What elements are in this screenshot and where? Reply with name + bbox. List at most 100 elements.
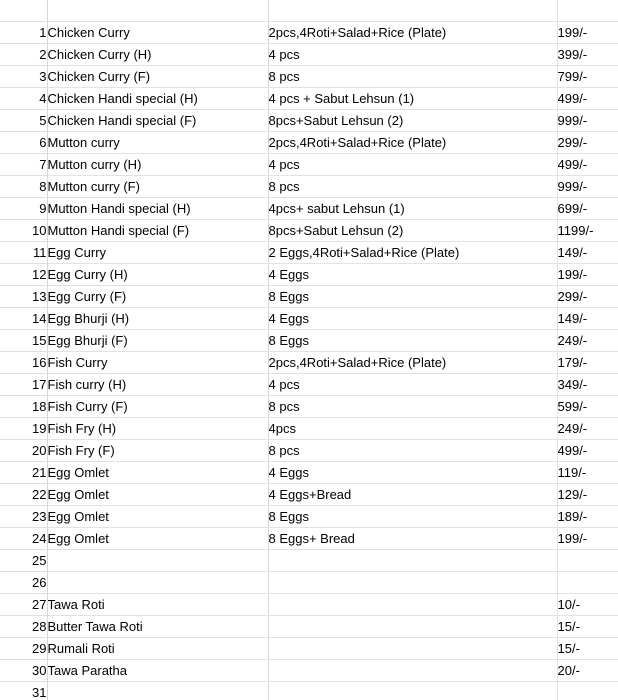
cell-item-description[interactable]: 4 pcs	[268, 43, 558, 66]
cell-item-name[interactable]: Egg Curry	[47, 241, 269, 264]
cell-item-price[interactable]: 149/-	[557, 307, 618, 330]
cell-item-description[interactable]: 8 pcs	[268, 439, 558, 462]
row-number-header[interactable]: 1	[0, 21, 48, 44]
table-row[interactable]: 29 Rumali Roti 15/-	[0, 637, 618, 660]
cell-item-name[interactable]: Egg Omlet	[47, 505, 269, 528]
cell-item-price[interactable]: 249/-	[557, 329, 618, 352]
table-row[interactable]: 31	[0, 681, 618, 700]
cell-item-description[interactable]	[268, 681, 558, 700]
spreadsheet-grid[interactable]: 1 Chicken Curry 2pcs,4Roti+Salad+Rice (Pla…	[0, 0, 618, 700]
row-number-header[interactable]: 5	[0, 109, 48, 132]
cell-item-description[interactable]: 4 Eggs	[268, 307, 558, 330]
cell-item-name[interactable]: Fish Fry (H)	[47, 417, 269, 440]
table-row[interactable]: 20 Fish Fry (F) 8 pcs 499/-	[0, 439, 618, 462]
cell-item-price[interactable]: 499/-	[557, 439, 618, 462]
cell-item-description[interactable]	[268, 659, 558, 682]
cell-item-name[interactable]: Fish curry (H)	[47, 373, 269, 396]
cell-item-description[interactable]: 4 pcs + Sabut Lehsun (1)	[268, 87, 558, 110]
cell-item-price[interactable]	[557, 549, 618, 572]
row-number-header[interactable]: 12	[0, 263, 48, 286]
table-row[interactable]: 27 Tawa Roti 10/-	[0, 593, 618, 616]
cell-item-name[interactable]: Chicken Handi special (H)	[47, 87, 269, 110]
row-number-header[interactable]: 11	[0, 241, 48, 264]
row-number-header[interactable]: 2	[0, 43, 48, 66]
cell-item-description[interactable]: 4 pcs	[268, 153, 558, 176]
cell-item-description[interactable]: 8 Eggs+ Bread	[268, 527, 558, 550]
cell-item-price[interactable]: 599/-	[557, 395, 618, 418]
row-number-header[interactable]: 15	[0, 329, 48, 352]
row-number-header[interactable]: 24	[0, 527, 48, 550]
cell-item-name[interactable]: Mutton Handi special (F)	[47, 219, 269, 242]
table-row[interactable]: 11 Egg Curry 2 Eggs,4Roti+Salad+Rice (Plat…	[0, 241, 618, 264]
cell-item-description[interactable]	[268, 593, 558, 616]
cell-item-price[interactable]: 20/-	[557, 659, 618, 682]
cell-item-price[interactable]: 499/-	[557, 153, 618, 176]
table-row[interactable]: 30 Tawa Paratha 20/-	[0, 659, 618, 682]
cell-item-description[interactable]: 8 pcs	[268, 395, 558, 418]
cell-item-name[interactable]: Chicken Curry (H)	[47, 43, 269, 66]
cell-item-name[interactable]: Egg Omlet	[47, 461, 269, 484]
cell-item-description[interactable]: 4 Eggs+Bread	[268, 483, 558, 506]
row-number-header[interactable]: 3	[0, 65, 48, 88]
table-row[interactable]: 26	[0, 571, 618, 594]
table-row[interactable]: 1 Chicken Curry 2pcs,4Roti+Salad+Rice (Pla…	[0, 21, 618, 44]
row-number-header[interactable]: 29	[0, 637, 48, 660]
table-row[interactable]: 10 Mutton Handi special (F) 8pcs+Sabut Leh…	[0, 219, 618, 242]
table-row[interactable]: 15 Egg Bhurji (F) 8 Eggs 249/-	[0, 329, 618, 352]
row-number-header[interactable]: 14	[0, 307, 48, 330]
row-number-header[interactable]: 19	[0, 417, 48, 440]
cell-item-description[interactable]: 4pcs+ sabut Lehsun (1)	[268, 197, 558, 220]
table-row[interactable]: 8 Mutton curry (F) 8 pcs 999/-	[0, 175, 618, 198]
cell-item-description[interactable]: 4 Eggs	[268, 263, 558, 286]
row-number-header[interactable]: 8	[0, 175, 48, 198]
cell-item-description[interactable]: 8 Eggs	[268, 329, 558, 352]
row-number-header[interactable]: 18	[0, 395, 48, 418]
cell-item-description[interactable]: 4pcs	[268, 417, 558, 440]
table-row[interactable]: 13 Egg Curry (F) 8 Eggs 299/-	[0, 285, 618, 308]
row-number-header[interactable]: 22	[0, 483, 48, 506]
cell-item-name[interactable]: Rumali Roti	[47, 637, 269, 660]
cell-item-price[interactable]: 399/-	[557, 43, 618, 66]
table-row[interactable]: 4 Chicken Handi special (H) 4 pcs + Sabut …	[0, 87, 618, 110]
cell-item-price[interactable]: 119/-	[557, 461, 618, 484]
cell-item-name[interactable]: Mutton curry (H)	[47, 153, 269, 176]
table-row[interactable]: 2 Chicken Curry (H) 4 pcs 399/-	[0, 43, 618, 66]
cell-item-description[interactable]: 2pcs,4Roti+Salad+Rice (Plate)	[268, 351, 558, 374]
cell-item-name[interactable]: Mutton Handi special (H)	[47, 197, 269, 220]
cell-item-name[interactable]: Fish Fry (F)	[47, 439, 269, 462]
table-row[interactable]: 21 Egg Omlet 4 Eggs 119/-	[0, 461, 618, 484]
cell-item-price[interactable]: 199/-	[557, 21, 618, 44]
cell-item-price[interactable]: 1199/-	[557, 219, 618, 242]
row-number-header[interactable]: 31	[0, 681, 48, 700]
cell-item-description[interactable]: 2pcs,4Roti+Salad+Rice (Plate)	[268, 131, 558, 154]
cell-item-price[interactable]: 189/-	[557, 505, 618, 528]
table-row[interactable]: 23 Egg Omlet 8 Eggs 189/-	[0, 505, 618, 528]
cell-item-price[interactable]: 10/-	[557, 593, 618, 616]
row-number-header[interactable]: 28	[0, 615, 48, 638]
table-row[interactable]: 24 Egg Omlet 8 Eggs+ Bread 199/-	[0, 527, 618, 550]
cell-item-name[interactable]: Mutton curry	[47, 131, 269, 154]
row-number-header[interactable]: 9	[0, 197, 48, 220]
table-row[interactable]: 17 Fish curry (H) 4 pcs 349/-	[0, 373, 618, 396]
table-row[interactable]: 6 Mutton curry 2pcs,4Roti+Salad+Rice (Plat…	[0, 131, 618, 154]
cell-item-price[interactable]: 179/-	[557, 351, 618, 374]
cell-item-name[interactable]	[47, 571, 269, 594]
table-row[interactable]: 22 Egg Omlet 4 Eggs+Bread 129/-	[0, 483, 618, 506]
cell-item-price[interactable]: 349/-	[557, 373, 618, 396]
cell-item-price[interactable]	[557, 571, 618, 594]
row-number-header[interactable]: 30	[0, 659, 48, 682]
row-number-header[interactable]: 4	[0, 87, 48, 110]
cell-item-price[interactable]: 999/-	[557, 175, 618, 198]
cell-item-description[interactable]: 8 pcs	[268, 65, 558, 88]
table-row[interactable]: 9 Mutton Handi special (H) 4pcs+ sabut Leh…	[0, 197, 618, 220]
cell-item-description[interactable]: 4 Eggs	[268, 461, 558, 484]
cell-item-name[interactable]: Butter Tawa Roti	[47, 615, 269, 638]
row-number-header[interactable]: 27	[0, 593, 48, 616]
cell-item-description[interactable]: 4 pcs	[268, 373, 558, 396]
cell-item-description[interactable]: 8pcs+Sabut Lehsun (2)	[268, 109, 558, 132]
row-number-header[interactable]: 10	[0, 219, 48, 242]
row-number-header[interactable]: 25	[0, 549, 48, 572]
cell-item-description[interactable]: 2 Eggs,4Roti+Salad+Rice (Plate)	[268, 241, 558, 264]
row-number-header[interactable]: 17	[0, 373, 48, 396]
table-row[interactable]: 12 Egg Curry (H) 4 Eggs 199/-	[0, 263, 618, 286]
